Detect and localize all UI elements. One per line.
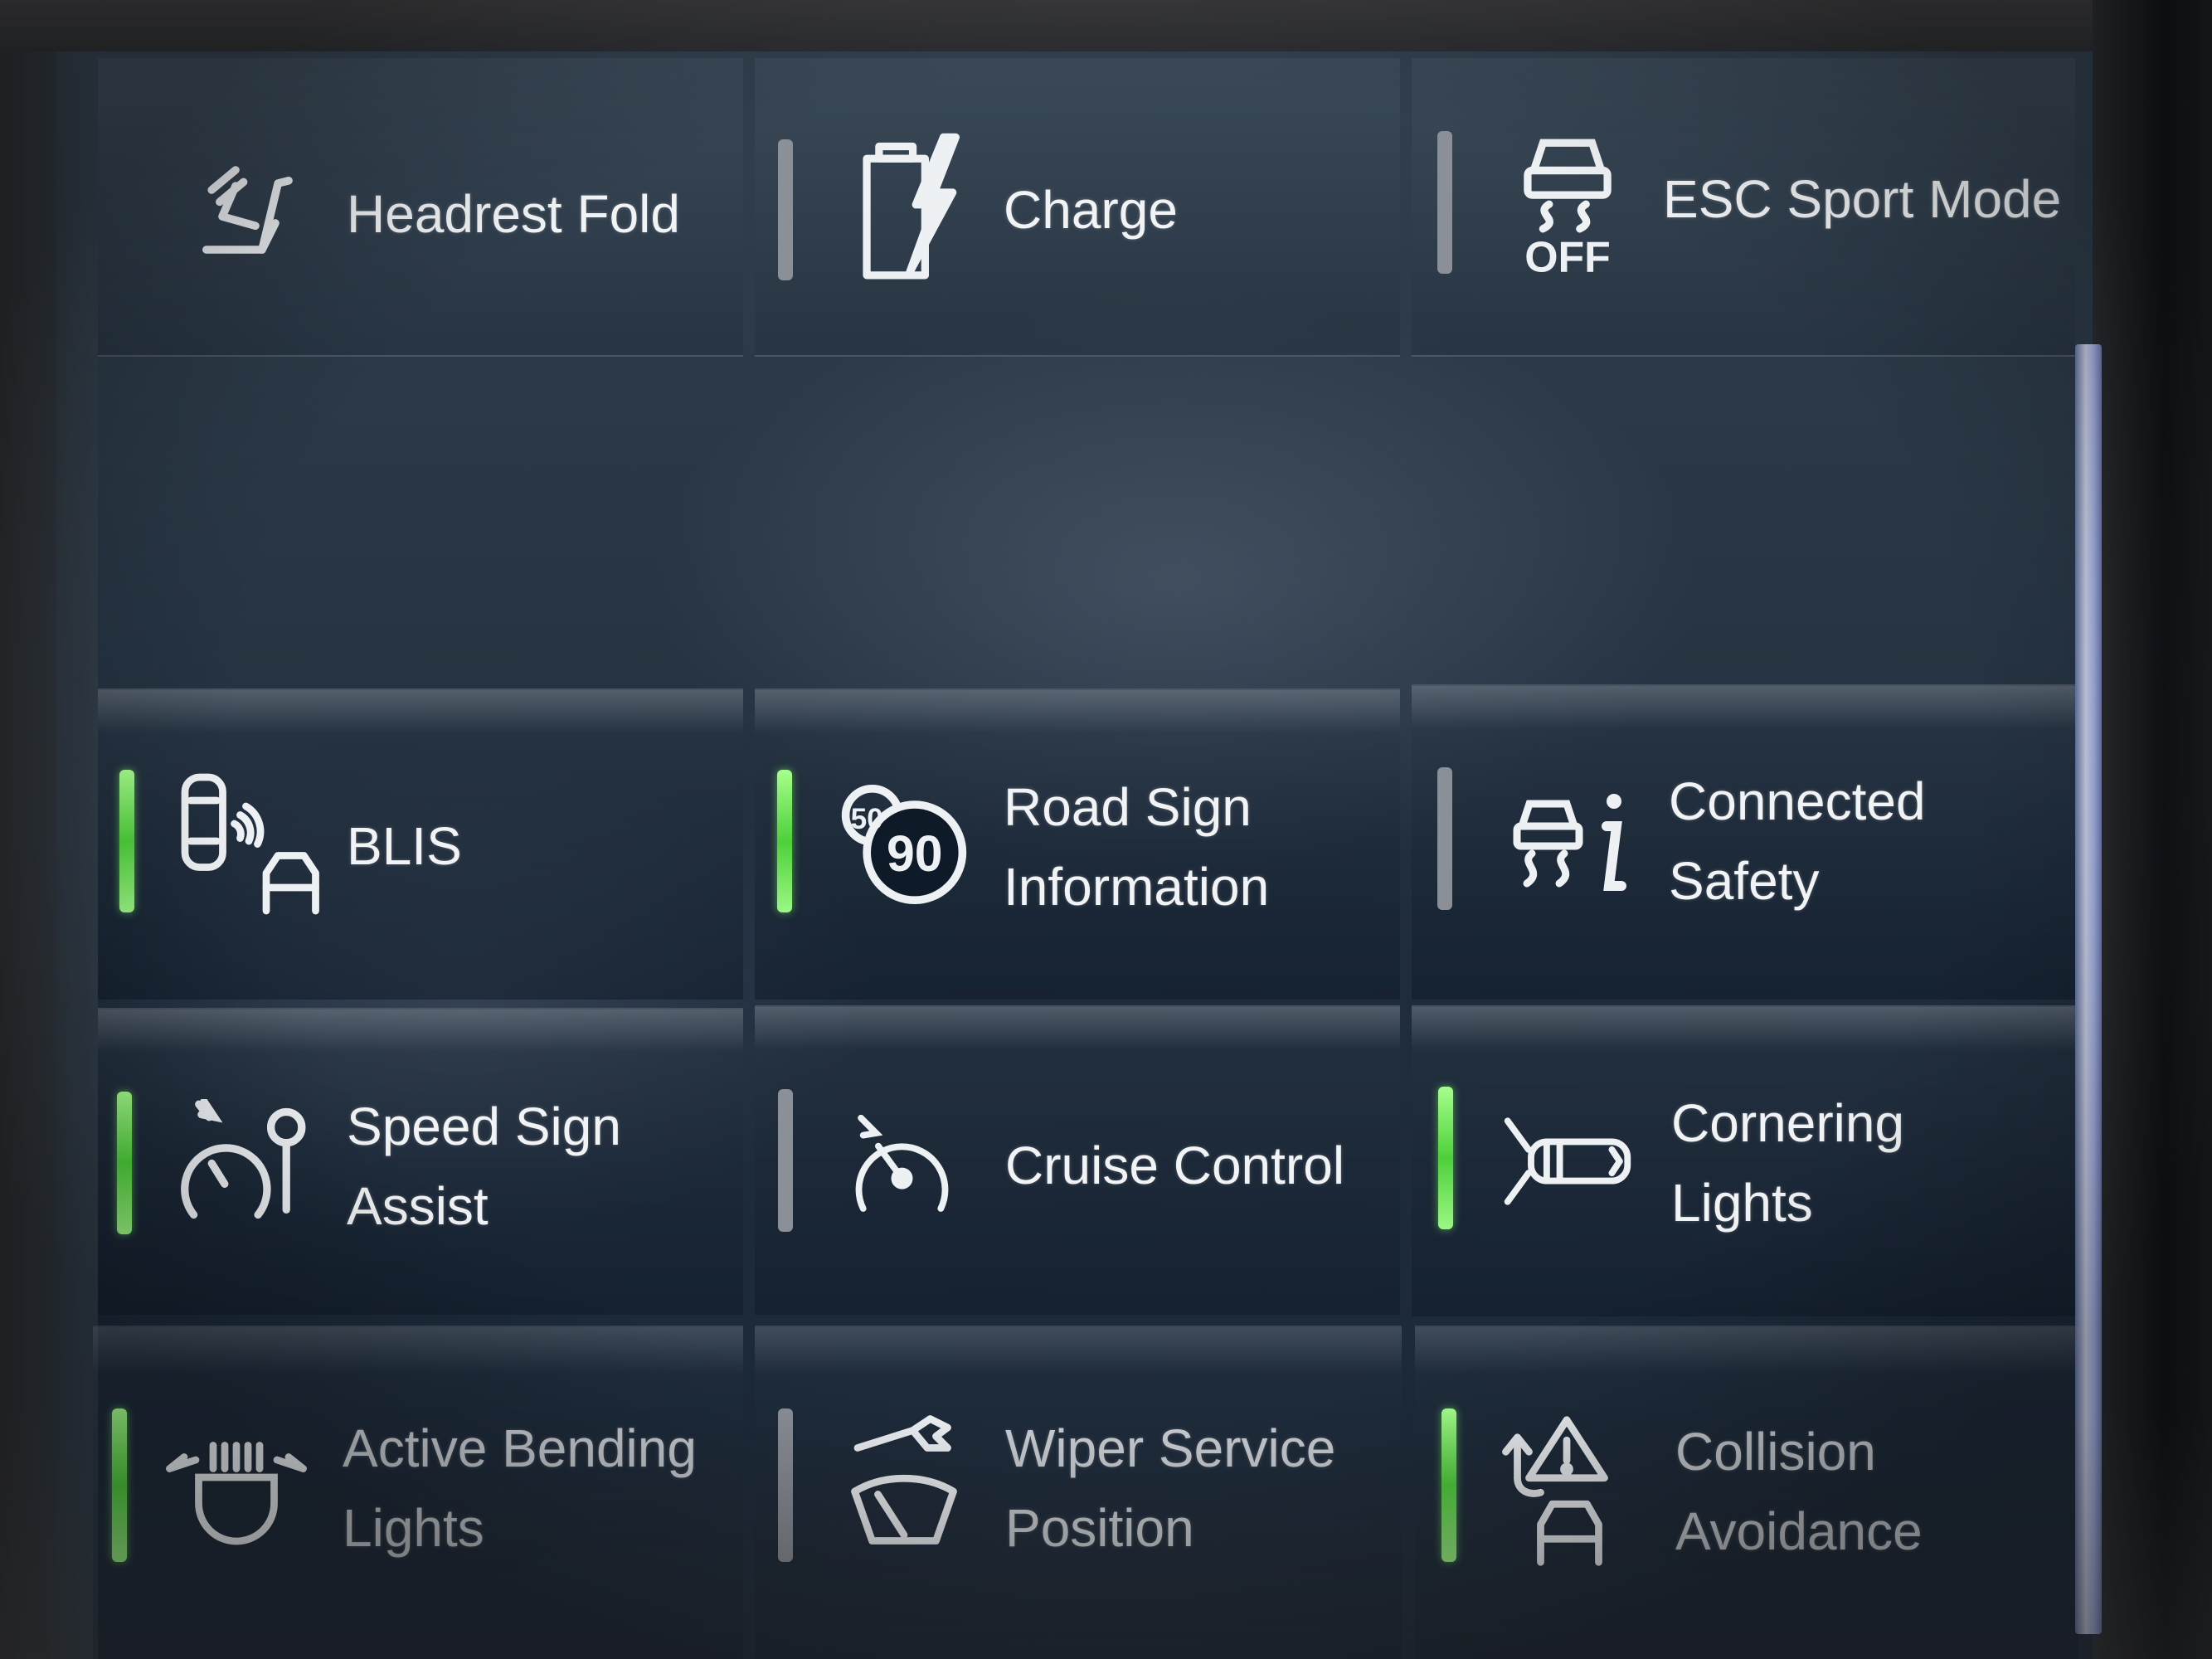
status-bar-charge — [778, 139, 793, 280]
label-cornering-lights-line2: Lights — [1671, 1173, 1813, 1233]
status-bar-cornering-lights — [1438, 1087, 1453, 1229]
bezel-right — [2093, 0, 2212, 1659]
cornering-lights-icon — [1497, 1116, 1638, 1207]
label-speed-sign-assist-line1: Speed Sign — [347, 1097, 621, 1156]
bending-lights-icon — [158, 1431, 315, 1547]
label-wiper-service-line2: Position — [1005, 1498, 1194, 1558]
label-active-bending-line2: Lights — [343, 1498, 484, 1558]
label-wiper-service-position: Wiper Service Position — [1005, 1408, 1335, 1568]
label-speed-sign-assist: Speed Sign Assist — [347, 1087, 621, 1246]
speed-assist-icon — [170, 1097, 315, 1228]
esc-off-icon-text: OFF — [1524, 233, 1611, 278]
bezel-top — [0, 0, 2212, 51]
label-speed-sign-assist-line2: Assist — [347, 1176, 489, 1236]
label-blis: BLIS — [347, 806, 462, 886]
label-wiper-service-line1: Wiper Service — [1005, 1418, 1336, 1478]
label-charge: Charge — [1004, 170, 1178, 250]
label-road-sign-line2: Information — [1004, 857, 1270, 917]
status-bar-road-sign-information — [777, 770, 792, 912]
headrest-fold-icon — [182, 139, 315, 280]
label-cornering-lights-line1: Cornering — [1671, 1093, 1905, 1153]
esc-off-icon: OFF — [1505, 124, 1630, 281]
status-bar-active-bending-lights — [112, 1408, 127, 1562]
label-cornering-lights: Cornering Lights — [1671, 1083, 1904, 1243]
status-bar-esc-sport-mode — [1437, 131, 1452, 274]
bezel-left — [0, 0, 98, 1659]
status-bar-speed-sign-assist — [117, 1092, 132, 1234]
speed-sign-large-text: 90 — [887, 825, 943, 882]
status-bar-wiper-service-position — [778, 1408, 793, 1562]
label-active-bending-line1: Active Bending — [343, 1418, 697, 1478]
status-bar-blis — [119, 770, 134, 912]
label-cruise-control-line1: Cruise Control — [1005, 1136, 1345, 1195]
scrollbar[interactable] — [2075, 344, 2102, 1634]
label-collision-avoidance-line2: Avoidance — [1675, 1501, 1923, 1561]
label-headrest-fold: Headrest Fold — [347, 174, 680, 254]
label-headrest-fold-line1: Headrest Fold — [347, 184, 680, 244]
status-bar-cruise-control — [778, 1089, 793, 1232]
label-connected-safety: Connected Safety — [1669, 761, 1926, 921]
status-bar-collision-avoidance — [1441, 1408, 1456, 1562]
label-esc-sport-mode: ESC Sport Mode — [1663, 159, 2061, 239]
label-esc-sport-mode-line1: ESC Sport Mode — [1663, 169, 2062, 229]
label-collision-avoidance-line1: Collision — [1675, 1422, 1876, 1481]
label-collision-avoidance: Collision Avoidance — [1675, 1412, 1923, 1571]
label-connected-safety-line1: Connected — [1669, 771, 1926, 831]
status-bar-connected-safety — [1437, 767, 1452, 910]
cruise-control-icon — [846, 1112, 958, 1219]
label-connected-safety-line2: Safety — [1669, 851, 1820, 911]
collision-avoidance-icon — [1497, 1410, 1613, 1572]
traction-info-icon — [1505, 784, 1638, 908]
wiper-service-icon — [842, 1410, 966, 1555]
label-active-bending-lights: Active Bending Lights — [343, 1408, 697, 1568]
speed-sign-icon: 50 90 — [834, 778, 975, 911]
speed-sign-small-text: 50 — [851, 803, 883, 835]
label-cruise-control: Cruise Control — [1005, 1126, 1344, 1205]
blind-spot-icon — [174, 771, 323, 917]
label-blis-line1: BLIS — [347, 816, 462, 876]
label-road-sign-line1: Road Sign — [1004, 777, 1252, 837]
charge-icon — [854, 131, 962, 285]
label-road-sign-information: Road Sign Information — [1004, 767, 1269, 927]
label-charge-line1: Charge — [1004, 180, 1178, 240]
